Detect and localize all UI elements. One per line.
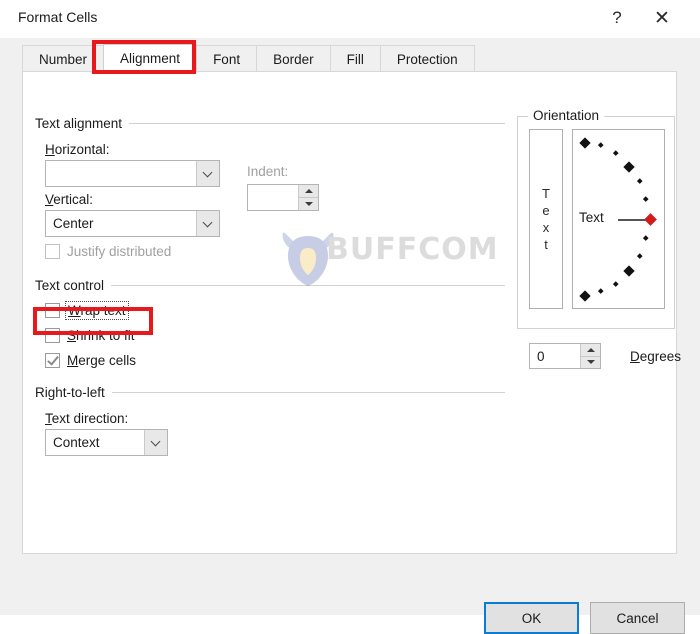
chevron-down-icon[interactable] — [196, 211, 219, 236]
chevron-down-icon[interactable] — [144, 430, 167, 455]
indent-decrement-icon[interactable] — [299, 198, 318, 210]
wrap-text-checkbox[interactable]: Wrap text — [45, 301, 129, 320]
text-direction-label: Text direction: — [45, 411, 129, 426]
shrink-to-fit-label-rest: hrink to fit — [76, 328, 135, 343]
orientation-dial-sample-label: Text — [579, 210, 604, 225]
vertical-letter-e: e — [542, 203, 550, 218]
degrees-value: 0 — [537, 348, 545, 364]
degrees-decrement-icon[interactable] — [581, 356, 600, 368]
justify-distributed-checkbox[interactable]: Justify distributed — [45, 244, 171, 259]
dial-marker-minor[interactable] — [643, 235, 649, 241]
cancel-button[interactable]: Cancel — [590, 602, 685, 634]
tab-strip-filler — [473, 44, 677, 72]
dial-marker-minor[interactable] — [613, 281, 619, 287]
checkbox-box-checked — [45, 353, 60, 368]
vertical-letter-t: T — [542, 186, 550, 201]
merge-cells-label: Merge cells — [67, 353, 137, 368]
degrees-stepper[interactable]: 0 — [529, 343, 601, 369]
group-divider-line — [111, 285, 505, 286]
justify-distributed-label: Justify distributed — [67, 244, 172, 259]
checkbox-box — [45, 303, 60, 318]
page-title: Format Cells — [18, 9, 98, 25]
right-to-left-group-header: Right-to-left — [35, 385, 505, 400]
dial-marker-minor[interactable] — [598, 142, 604, 148]
dialog-title-bar: Format Cells ? ✕ — [0, 0, 700, 38]
merge-cells-checkbox[interactable]: Merge cells — [45, 353, 136, 368]
tab-number[interactable]: Number — [22, 45, 105, 72]
dial-marker-90[interactable] — [579, 137, 591, 149]
group-divider-line — [129, 123, 505, 124]
merge-cells-label-rest: erge cells — [78, 353, 137, 368]
close-icon[interactable]: ✕ — [645, 3, 679, 33]
tab-border[interactable]: Border — [256, 45, 331, 72]
indent-increment-icon[interactable] — [299, 185, 318, 198]
vertical-label-rest: ertical: — [53, 192, 94, 207]
dial-marker-minor[interactable] — [643, 196, 649, 202]
horizontal-label: Horizontal: — [45, 142, 110, 157]
dial-marker-minor[interactable] — [598, 288, 604, 294]
dial-marker-45[interactable] — [623, 161, 635, 173]
vertical-label: Vertical: — [45, 192, 94, 207]
indent-label: Indent: — [247, 164, 289, 179]
text-direction-label-rest: ext direction: — [51, 411, 129, 426]
checkbox-box — [45, 328, 60, 343]
vertical-combobox[interactable]: Center — [45, 210, 220, 237]
dial-marker-minus90[interactable] — [579, 290, 591, 302]
horizontal-label-rest: orizontal: — [54, 142, 110, 157]
ok-button[interactable]: OK — [484, 602, 579, 634]
degrees-stepper-buttons[interactable] — [580, 344, 600, 368]
right-to-left-group-label: Right-to-left — [35, 385, 105, 400]
horizontal-combobox-value — [46, 161, 196, 186]
dial-marker-minor[interactable] — [613, 150, 619, 156]
degrees-label-rest: egrees — [639, 349, 682, 364]
vertical-letter-t2: t — [544, 237, 548, 252]
text-alignment-group-label: Text alignment — [35, 116, 123, 131]
chevron-down-icon[interactable] — [196, 161, 219, 186]
indent-stepper[interactable] — [247, 184, 319, 211]
checkbox-box — [45, 244, 60, 259]
tab-protection[interactable]: Protection — [379, 45, 475, 72]
help-icon[interactable]: ? — [600, 3, 634, 33]
text-alignment-group-header: Text alignment — [35, 116, 505, 131]
shrink-to-fit-checkbox[interactable]: Shrink to fit — [45, 328, 135, 343]
dial-marker-minor[interactable] — [637, 178, 643, 184]
text-control-group-header: Text control — [35, 278, 505, 293]
tab-fill[interactable]: Fill — [329, 45, 381, 72]
text-direction-combobox-value: Context — [53, 435, 100, 450]
orientation-group-label: Orientation — [528, 108, 605, 123]
tab-alignment[interactable]: Alignment — [103, 44, 198, 72]
dial-marker-minor[interactable] — [637, 253, 643, 259]
indent-value — [248, 185, 298, 210]
wrap-text-label-rest: rap text — [80, 303, 126, 318]
wrap-text-label: Wrap text — [65, 301, 129, 320]
degrees-increment-icon[interactable] — [581, 344, 600, 357]
degrees-label: Degrees — [630, 349, 682, 364]
text-direction-combobox[interactable]: Context — [45, 429, 168, 456]
indent-stepper-buttons[interactable] — [298, 185, 318, 210]
tab-strip: Number Alignment Font Border Fill Protec… — [22, 44, 677, 72]
shrink-to-fit-label: Shrink to fit — [67, 328, 135, 343]
horizontal-combobox[interactable] — [45, 160, 220, 187]
dial-marker-0-selected[interactable] — [644, 213, 657, 226]
text-control-group-label: Text control — [35, 278, 105, 293]
dial-marker-minus45[interactable] — [623, 265, 635, 277]
vertical-combobox-value: Center — [53, 216, 94, 231]
orientation-dial[interactable]: Text — [572, 129, 665, 309]
tab-font[interactable]: Font — [196, 45, 258, 72]
alignment-tab-page: Text alignment Horizontal: Indent: Verti… — [22, 71, 681, 554]
group-divider-line — [111, 392, 505, 393]
vertical-letter-x: x — [542, 220, 550, 235]
dialog-body: Number Alignment Font Border Fill Protec… — [0, 38, 700, 634]
vertical-text-preview[interactable]: T e x t — [529, 129, 563, 309]
